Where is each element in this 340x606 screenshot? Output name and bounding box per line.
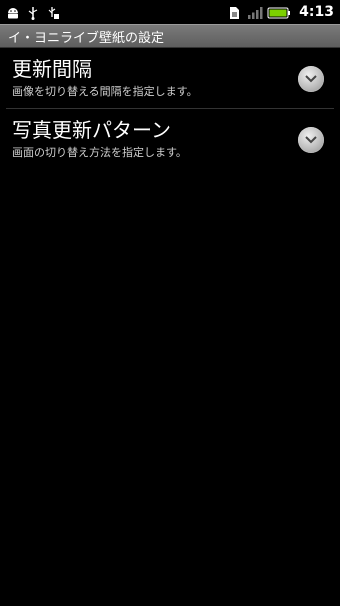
- preference-list: 更新間隔 画像を切り替える間隔を指定します。 写真更新パターン 画面の切り替え方…: [0, 48, 340, 169]
- preference-update-interval[interactable]: 更新間隔 画像を切り替える間隔を指定します。: [0, 48, 340, 108]
- android-icon: [6, 5, 20, 19]
- status-notifications: [6, 5, 60, 20]
- title-bar: イ・ヨニライブ壁紙の設定: [0, 24, 340, 48]
- chevron-down-icon: [305, 136, 317, 144]
- status-system: 4:13: [227, 4, 334, 20]
- preference-summary: 画面の切り替え方法を指定します。: [12, 146, 187, 159]
- signal-icon: [247, 5, 263, 19]
- battery-icon: [267, 5, 291, 19]
- usb-debug-icon: [46, 5, 60, 19]
- dropdown-button[interactable]: [298, 66, 324, 92]
- page-title: イ・ヨニライブ壁紙の設定: [8, 30, 165, 46]
- sim-card-icon: [227, 5, 241, 19]
- preference-photo-pattern[interactable]: 写真更新パターン 画面の切り替え方法を指定します。: [0, 109, 340, 169]
- usb-icon: [26, 5, 40, 20]
- dropdown-button[interactable]: [298, 127, 324, 153]
- preference-title: 写真更新パターン: [12, 118, 171, 142]
- chevron-down-icon: [305, 75, 317, 83]
- clock: 4:13: [299, 4, 334, 20]
- preference-title: 更新間隔: [12, 57, 92, 81]
- status-bar: 4:13: [0, 0, 340, 24]
- preference-summary: 画像を切り替える間隔を指定します。: [12, 85, 198, 98]
